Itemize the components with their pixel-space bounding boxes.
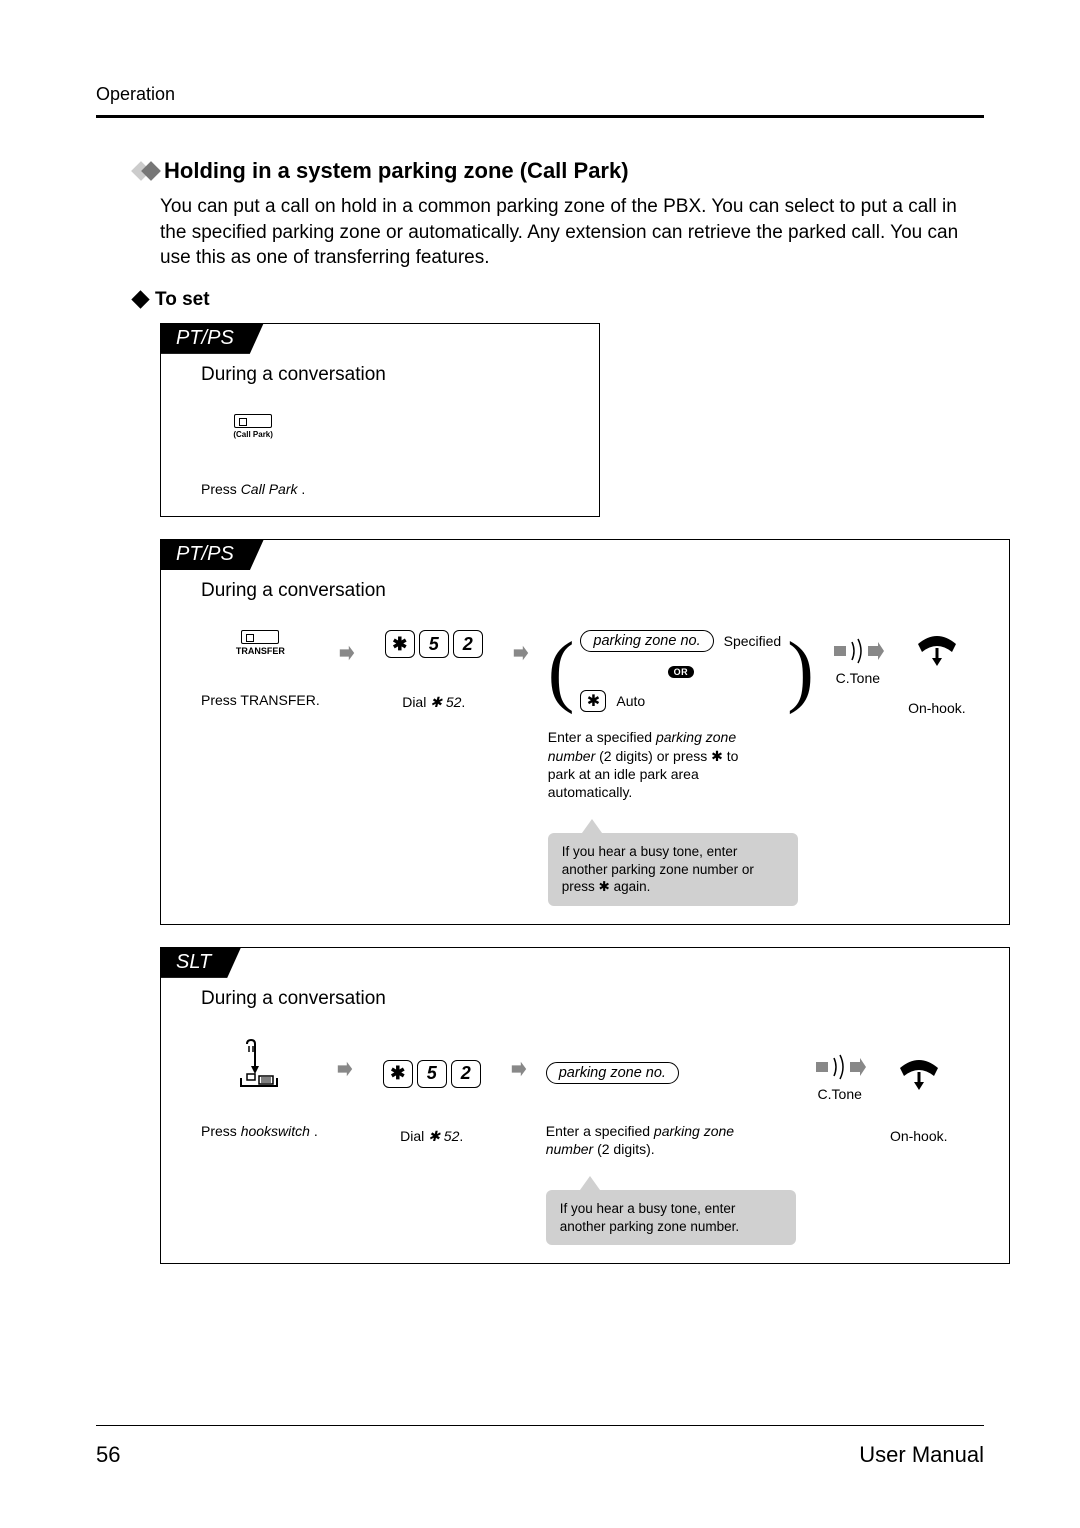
press-hookswitch-caption: Press hookswitch . — [201, 1123, 318, 1141]
dial-keys: ✱ 5 2 — [383, 1060, 481, 1088]
key-star: ✱ — [385, 630, 415, 658]
key-5: 5 — [419, 630, 449, 658]
dial-caption: Dial ✱ 52. — [402, 694, 465, 712]
parking-zone-pill: parking zone no. — [580, 630, 713, 652]
hookswitch-icon — [235, 1038, 283, 1099]
subhead-diamond-icon — [131, 291, 149, 309]
key-2: 2 — [453, 630, 483, 658]
busy-tone-note: If you hear a busy tone, enter another p… — [546, 1190, 796, 1245]
ctone-icon — [832, 636, 884, 666]
page-number: 56 — [96, 1442, 120, 1468]
busy-tone-note: If you hear a busy tone, enter another p… — [548, 833, 798, 906]
during-text: During a conversation — [201, 364, 581, 386]
manual-label: User Manual — [859, 1442, 984, 1468]
dial-keys: ✱ 5 2 — [385, 630, 483, 658]
during-text: During a conversation — [201, 580, 991, 602]
arrow-right-icon — [512, 644, 530, 662]
footer-rule — [96, 1425, 984, 1426]
panel-tab: SLT — [160, 947, 241, 978]
ctone-col: C.Tone — [832, 636, 884, 686]
ctone-col: C.Tone — [814, 1052, 866, 1102]
panel-slt: SLT During a conversation — [160, 947, 1010, 1264]
subhead-text: To set — [155, 289, 210, 311]
or-badge: OR — [668, 666, 695, 678]
dial-caption: Dial ✱ 52. — [400, 1128, 463, 1146]
key-2: 2 — [451, 1060, 481, 1088]
panel-ptps-transfer: PT/PS During a conversation TRANSFER Pre… — [160, 539, 1010, 924]
ctone-icon — [814, 1052, 866, 1082]
parking-zone-pill: parking zone no. — [546, 1062, 679, 1084]
key-star: ✱ — [383, 1060, 413, 1088]
press-callpark-caption: Press Call Park . — [201, 481, 305, 499]
page-footer: 56 User Manual — [96, 1425, 984, 1468]
left-brace-icon: ( — [548, 643, 575, 699]
press-transfer-caption: Press TRANSFER. — [201, 692, 320, 710]
key-star-small: ✱ — [580, 690, 606, 712]
subhead-row: To set — [134, 289, 984, 311]
ctone-label: C.Tone — [836, 670, 880, 686]
key-5: 5 — [417, 1060, 447, 1088]
specified-label: Specified — [724, 633, 782, 649]
callpark-key-label: (Call Park) — [233, 430, 273, 439]
onhook-icon — [912, 630, 962, 666]
callpark-key-icon: (Call Park) — [233, 414, 273, 439]
arrow-right-icon — [510, 1060, 528, 1078]
transfer-key-label: TRANSFER — [236, 646, 285, 656]
enter-parking-desc: Enter a specified parking zone number (2… — [546, 1122, 756, 1158]
header-rule — [96, 115, 984, 118]
diamond-bullet-icon — [134, 164, 154, 178]
choice-block: ( parking zone no. Specified OR ✱ Auto — [548, 630, 814, 712]
auto-label: Auto — [616, 693, 645, 709]
intro-paragraph: You can put a call on hold in a common p… — [160, 194, 984, 271]
panel-tab: PT/PS — [160, 539, 264, 570]
section-header: Operation — [96, 84, 984, 105]
arrow-right-icon — [336, 1060, 354, 1078]
onhook-caption: On-hook. — [890, 1128, 948, 1146]
enter-parking-desc: Enter a specified parking zone number (2… — [548, 728, 758, 801]
during-text: During a conversation — [201, 988, 991, 1010]
right-brace-icon: ) — [787, 643, 814, 699]
panel-tab: PT/PS — [160, 323, 264, 354]
onhook-caption: On-hook. — [908, 700, 966, 718]
transfer-key-icon: TRANSFER — [236, 630, 285, 656]
arrow-right-icon — [338, 644, 356, 662]
ctone-label: C.Tone — [818, 1086, 862, 1102]
main-heading: Holding in a system parking zone (Call P… — [164, 158, 629, 184]
panel-ptps-callpark: PT/PS During a conversation (Call Park) … — [160, 323, 600, 518]
heading-row: Holding in a system parking zone (Call P… — [134, 158, 984, 184]
onhook-icon — [894, 1054, 944, 1090]
